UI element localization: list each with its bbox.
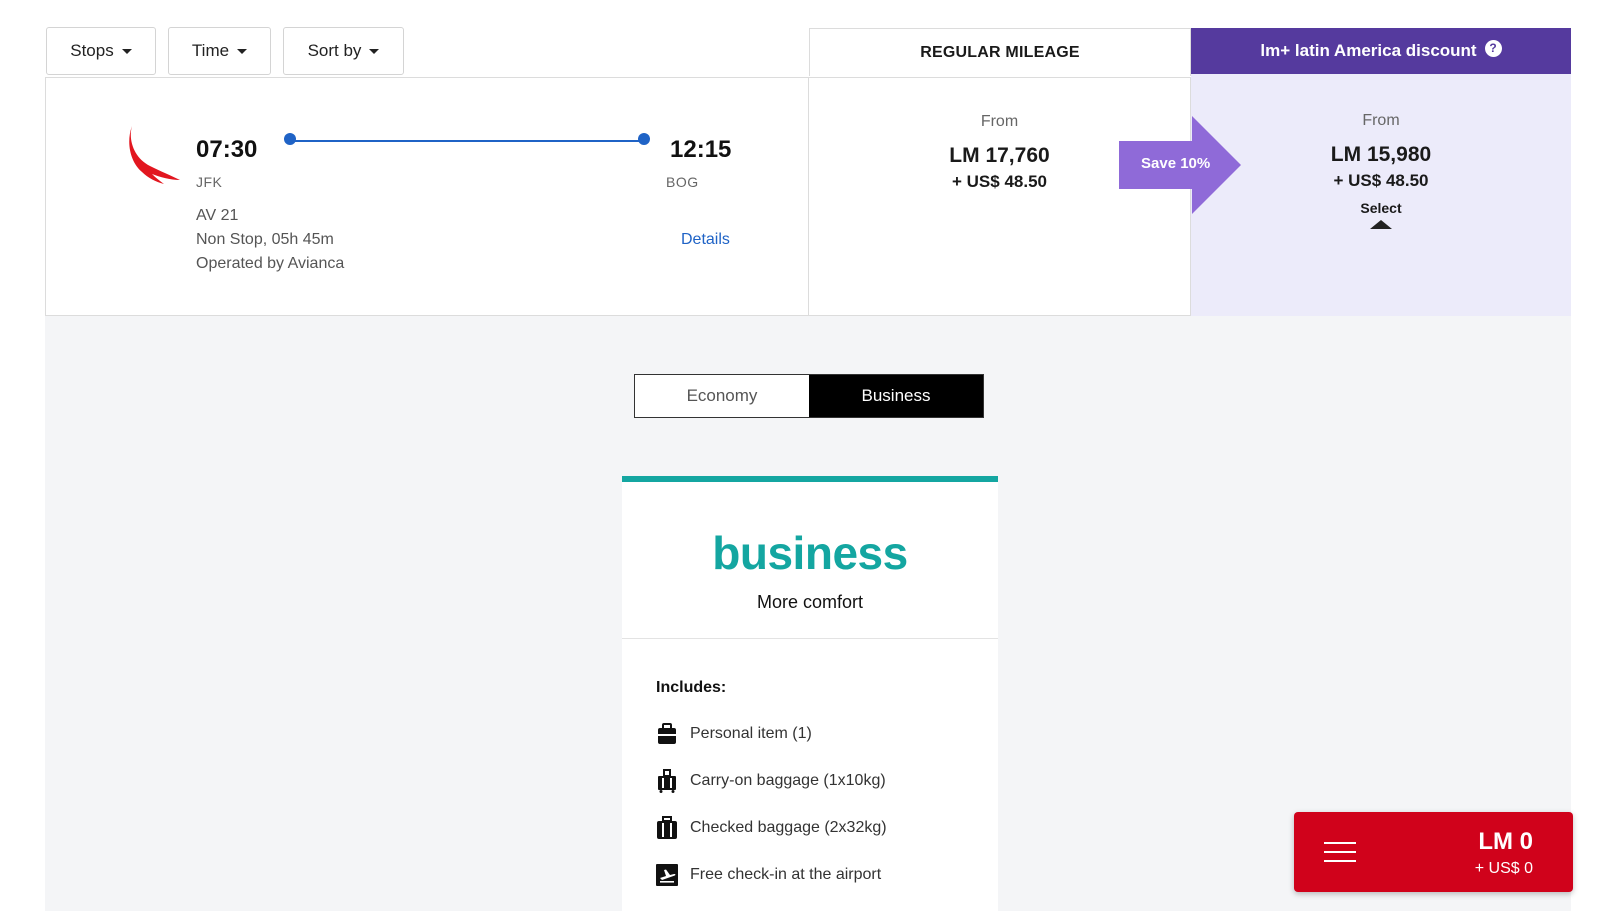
chevron-down-icon bbox=[237, 48, 248, 54]
flight-duration: Non Stop, 05h 45m bbox=[196, 231, 334, 248]
discount-tab-label: lm+ latin America discount bbox=[1260, 41, 1477, 60]
caret-up-icon bbox=[1370, 220, 1392, 229]
time-filter-button[interactable]: Time bbox=[168, 27, 271, 75]
flight-operator: Operated by Avianca bbox=[196, 255, 345, 272]
discount-fee-price: + US$ 48.50 bbox=[1333, 171, 1429, 190]
sort-by-button[interactable]: Sort by bbox=[283, 27, 404, 75]
benefit-item: Free check-in at the airport bbox=[656, 863, 881, 887]
arrival-airport-code: BOG bbox=[666, 174, 699, 190]
benefit-label: Free check-in at the airport bbox=[690, 866, 882, 883]
save-badge-label: Save 10% bbox=[1141, 155, 1211, 172]
discount-from-label: From bbox=[1362, 112, 1400, 129]
benefit-label: Personal item (1) bbox=[690, 725, 812, 742]
carry-on-icon bbox=[656, 769, 678, 793]
stops-filter-label: Stops bbox=[70, 41, 114, 60]
help-icon[interactable]: ? bbox=[1484, 39, 1502, 57]
discount-tab[interactable]: lm+ latin America discount ? bbox=[1191, 28, 1571, 74]
benefit-item: Checked baggage (2x32kg) bbox=[656, 816, 887, 840]
fare-subtitle: More comfort bbox=[756, 592, 864, 612]
fare-title: business bbox=[712, 527, 908, 579]
check-in-icon bbox=[656, 863, 678, 887]
benefit-label: Carry-on baggage (1x10kg) bbox=[690, 772, 886, 789]
discount-miles-price: LM 15,980 bbox=[1330, 143, 1432, 166]
cabin-toggle: Economy Business bbox=[634, 374, 984, 418]
chevron-down-icon bbox=[121, 48, 132, 54]
regular-mileage-label: REGULAR MILEAGE bbox=[920, 43, 1080, 61]
personal-item-icon bbox=[656, 722, 678, 746]
benefit-item: Personal item (1) bbox=[656, 722, 812, 746]
select-label: Select bbox=[1360, 200, 1402, 216]
includes-label: Includes: bbox=[656, 679, 727, 696]
benefit-label: Checked baggage (2x32kg) bbox=[690, 819, 887, 836]
flight-number: AV 21 bbox=[196, 207, 239, 224]
cart-miles-total: LM 0 bbox=[1478, 828, 1533, 855]
tab-economy[interactable]: Economy bbox=[635, 375, 809, 417]
benefit-item: Carry-on baggage (1x10kg) bbox=[656, 769, 886, 793]
departure-airport-code: JFK bbox=[196, 174, 223, 190]
fare-divider bbox=[622, 638, 998, 639]
arrival-time: 12:15 bbox=[670, 136, 732, 163]
flight-details-link[interactable]: Details bbox=[681, 231, 730, 249]
business-fare-card: business More comfort Includes: Personal… bbox=[622, 476, 998, 911]
chevron-down-icon bbox=[369, 48, 380, 54]
route-line bbox=[289, 140, 643, 142]
cart-summary-button[interactable]: LM 0 + US$ 0 bbox=[1294, 812, 1573, 892]
departure-time: 07:30 bbox=[196, 136, 258, 163]
flight-card: 07:30 JFK 12:15 BOG AV 21 Non Stop, 05h … bbox=[45, 77, 809, 316]
discount-price-cell[interactable]: From LM 15,980 + US$ 48.50 Select bbox=[1191, 74, 1571, 316]
tab-business[interactable]: Business bbox=[809, 375, 983, 417]
sort-by-label: Sort by bbox=[307, 41, 362, 60]
airline-logo-icon bbox=[129, 126, 180, 184]
route-start-dot bbox=[284, 133, 296, 145]
time-filter-label: Time bbox=[191, 41, 230, 60]
regular-mileage-tab[interactable]: REGULAR MILEAGE bbox=[809, 28, 1191, 76]
hamburger-menu-icon[interactable] bbox=[1324, 842, 1356, 862]
cart-fee-total: + US$ 0 bbox=[1474, 860, 1533, 877]
stops-filter-button[interactable]: Stops bbox=[46, 27, 156, 75]
route-end-dot bbox=[638, 133, 650, 145]
checked-baggage-icon bbox=[656, 816, 678, 840]
